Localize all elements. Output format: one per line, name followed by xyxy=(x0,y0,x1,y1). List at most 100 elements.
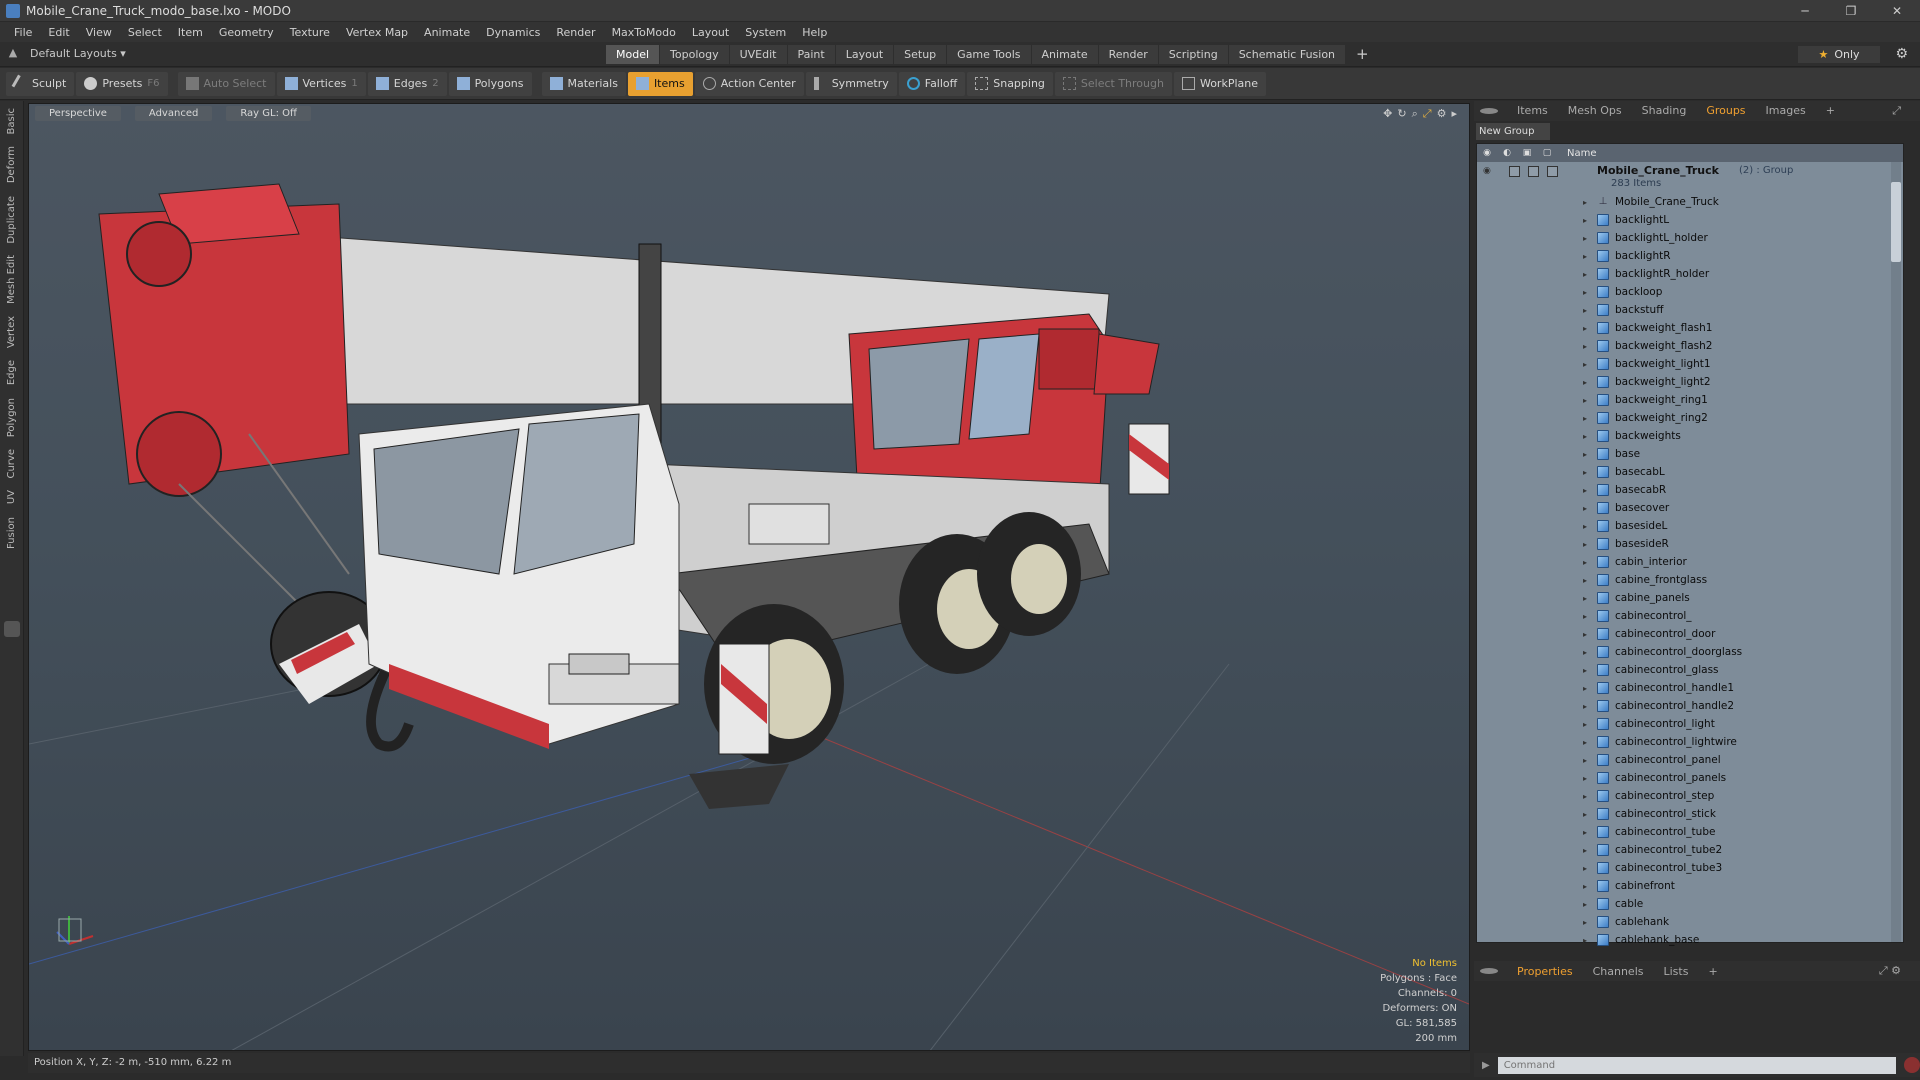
list-item[interactable]: ▸ cabinecontrol_tube xyxy=(1477,823,1903,841)
render-toggle[interactable] xyxy=(1509,166,1520,177)
list-item[interactable]: ▸ basesideL xyxy=(1477,517,1903,535)
shading-mode-dropdown[interactable]: Advanced xyxy=(134,106,213,121)
tab-properties[interactable]: Properties xyxy=(1508,965,1582,978)
list-item[interactable]: ▸ basesideR xyxy=(1477,535,1903,553)
list-item[interactable]: ▸ cablehank_base xyxy=(1477,931,1903,949)
minimize-button[interactable]: ─ xyxy=(1782,0,1828,22)
menu-render[interactable]: Render xyxy=(548,26,603,39)
list-item[interactable]: ▸ backweights xyxy=(1477,427,1903,445)
tab-uvedit[interactable]: UVEdit xyxy=(729,45,787,64)
list-item[interactable]: ▸ cabinecontrol_ xyxy=(1477,607,1903,625)
expand-arrow-icon[interactable]: ▸ xyxy=(1583,450,1593,459)
list-item[interactable]: ▸ cabinecontrol_door xyxy=(1477,625,1903,643)
list-item[interactable]: ▸ cabinecontrol_panels xyxy=(1477,769,1903,787)
tab-images[interactable]: Images xyxy=(1757,101,1815,121)
lock-column-icon[interactable]: ▣ xyxy=(1517,148,1537,158)
fit-icon[interactable]: ⤢ xyxy=(1423,107,1432,121)
expand-arrow-icon[interactable]: ▸ xyxy=(1583,684,1593,693)
close-button[interactable]: ✕ xyxy=(1874,0,1920,22)
list-item[interactable]: ▸ backweight_flash1 xyxy=(1477,319,1903,337)
vertices-button[interactable]: Vertices 1 xyxy=(276,71,366,96)
expand-arrow-icon[interactable]: ▸ xyxy=(1583,594,1593,603)
menu-file[interactable]: File xyxy=(6,26,40,39)
expand-arrow-icon[interactable]: ▸ xyxy=(1583,882,1593,891)
raygl-dropdown[interactable]: Ray GL: Off xyxy=(226,106,311,121)
tab-schematic-fusion[interactable]: Schematic Fusion xyxy=(1228,45,1346,64)
expand-arrow-icon[interactable]: ▸ xyxy=(1583,342,1593,351)
view-mode-dropdown[interactable]: Perspective xyxy=(35,106,121,121)
list-item[interactable]: ▸ cabinecontrol_handle1 xyxy=(1477,679,1903,697)
panel-menu-icon[interactable] xyxy=(1480,108,1498,114)
expand-arrow-icon[interactable]: ▸ xyxy=(1583,522,1593,531)
menu-help[interactable]: Help xyxy=(794,26,835,39)
list-item[interactable]: ▸ cabinecontrol_tube3 xyxy=(1477,859,1903,877)
eye-icon[interactable]: ◉ xyxy=(1483,166,1491,176)
group-row[interactable]: ◉ Mobile_Crane_Truck (2) : Group 283 Ite… xyxy=(1477,162,1903,193)
list-item[interactable]: ▸ cabinecontrol_stick xyxy=(1477,805,1903,823)
expand-arrow-icon[interactable]: ▸ xyxy=(1583,936,1593,945)
menu-texture[interactable]: Texture xyxy=(282,26,338,39)
visibility-column-icon[interactable]: ◉ xyxy=(1477,148,1497,158)
presets-button[interactable]: Presets F6 xyxy=(76,71,168,96)
edges-button[interactable]: Edges 2 xyxy=(367,71,447,96)
list-item[interactable]: ▸ cabinecontrol_glass xyxy=(1477,661,1903,679)
expand-arrow-icon[interactable]: ▸ xyxy=(1583,306,1593,315)
list-item[interactable]: ▸ backweight_flash2 xyxy=(1477,337,1903,355)
expand-arrow-icon[interactable]: ▸ xyxy=(1583,648,1593,657)
materials-button[interactable]: Materials xyxy=(541,71,626,96)
list-item[interactable]: ▸ backweight_light1 xyxy=(1477,355,1903,373)
tab-basic[interactable]: Basic xyxy=(6,103,17,139)
expand-arrow-icon[interactable]: ▸ xyxy=(1583,252,1593,261)
list-item[interactable]: ▸ basecover xyxy=(1477,499,1903,517)
list-item[interactable]: ▸ cabinecontrol_step xyxy=(1477,787,1903,805)
list-item[interactable]: ▸ cabinecontrol_panel xyxy=(1477,751,1903,769)
tab-mesh-ops[interactable]: Mesh Ops xyxy=(1559,101,1631,121)
expand-arrow-icon[interactable]: ▸ xyxy=(1583,360,1593,369)
menu-view[interactable]: View xyxy=(78,26,120,39)
only-toggle[interactable]: ★ Only xyxy=(1798,46,1880,63)
menu-maxtomodo[interactable]: MaxToModo xyxy=(604,26,684,39)
tab-groups[interactable]: Groups xyxy=(1697,101,1754,121)
tab-fusion[interactable]: Fusion xyxy=(6,512,17,554)
command-input[interactable] xyxy=(1497,1056,1897,1074)
zoom-icon[interactable]: ⌕ xyxy=(1412,107,1418,121)
expand-arrow-icon[interactable]: ▸ xyxy=(1583,864,1593,873)
expand-arrow-icon[interactable]: ▸ xyxy=(1583,288,1593,297)
list-item[interactable]: ▸ cabinecontrol_handle2 xyxy=(1477,697,1903,715)
list-item[interactable]: ▸ cabinefront xyxy=(1477,877,1903,895)
stop-icon[interactable] xyxy=(1904,1057,1920,1073)
new-group-button[interactable]: New Group xyxy=(1476,123,1550,140)
expand-arrow-icon[interactable]: ▸ xyxy=(1583,432,1593,441)
menu-select[interactable]: Select xyxy=(120,26,170,39)
expand-arrow-icon[interactable]: ▸ xyxy=(1583,612,1593,621)
expand-arrow-icon[interactable]: ▸ xyxy=(1583,576,1593,585)
expand-arrow-icon[interactable]: ▸ xyxy=(1583,198,1593,207)
list-item[interactable]: ▸ base xyxy=(1477,445,1903,463)
expand-arrow-icon[interactable]: ▸ xyxy=(1583,702,1593,711)
maximize-button[interactable]: ❐ xyxy=(1828,0,1874,22)
list-item[interactable]: ▸ basecabL xyxy=(1477,463,1903,481)
tab-uv[interactable]: UV xyxy=(6,485,17,509)
tab-model[interactable]: Model xyxy=(606,45,660,64)
symmetry-button[interactable]: Symmetry xyxy=(805,71,897,96)
expand-arrow-icon[interactable]: ▸ xyxy=(1583,486,1593,495)
layout-selector[interactable]: Default Layouts ▾ xyxy=(30,47,126,60)
tab-deform[interactable]: Deform xyxy=(6,141,17,188)
list-scrollbar[interactable] xyxy=(1891,162,1901,942)
expand-arrow-icon[interactable]: ▸ xyxy=(1583,414,1593,423)
add-tab-button[interactable]: + xyxy=(1346,45,1379,64)
list-item[interactable]: ▸ cabine_frontglass xyxy=(1477,571,1903,589)
list-item[interactable]: ▸ backloop xyxy=(1477,283,1903,301)
tab-curve[interactable]: Curve xyxy=(6,444,17,484)
collapse-icon[interactable]: ▲ xyxy=(6,46,20,60)
scroll-thumb[interactable] xyxy=(1891,182,1901,262)
expand-arrow-icon[interactable]: ▸ xyxy=(1583,540,1593,549)
workplane-button[interactable]: WorkPlane xyxy=(1173,71,1266,96)
properties-menu-icon[interactable] xyxy=(1480,968,1498,974)
list-item[interactable]: ▸ ⊥ Mobile_Crane_Truck xyxy=(1477,193,1903,211)
menu-geometry[interactable]: Geometry xyxy=(211,26,282,39)
tab-mesh-edit[interactable]: Mesh Edit xyxy=(6,250,17,309)
falloff-button[interactable]: Falloff xyxy=(898,71,966,96)
tab-polygon[interactable]: Polygon xyxy=(6,393,17,442)
expand-arrow-icon[interactable]: ▸ xyxy=(1583,756,1593,765)
